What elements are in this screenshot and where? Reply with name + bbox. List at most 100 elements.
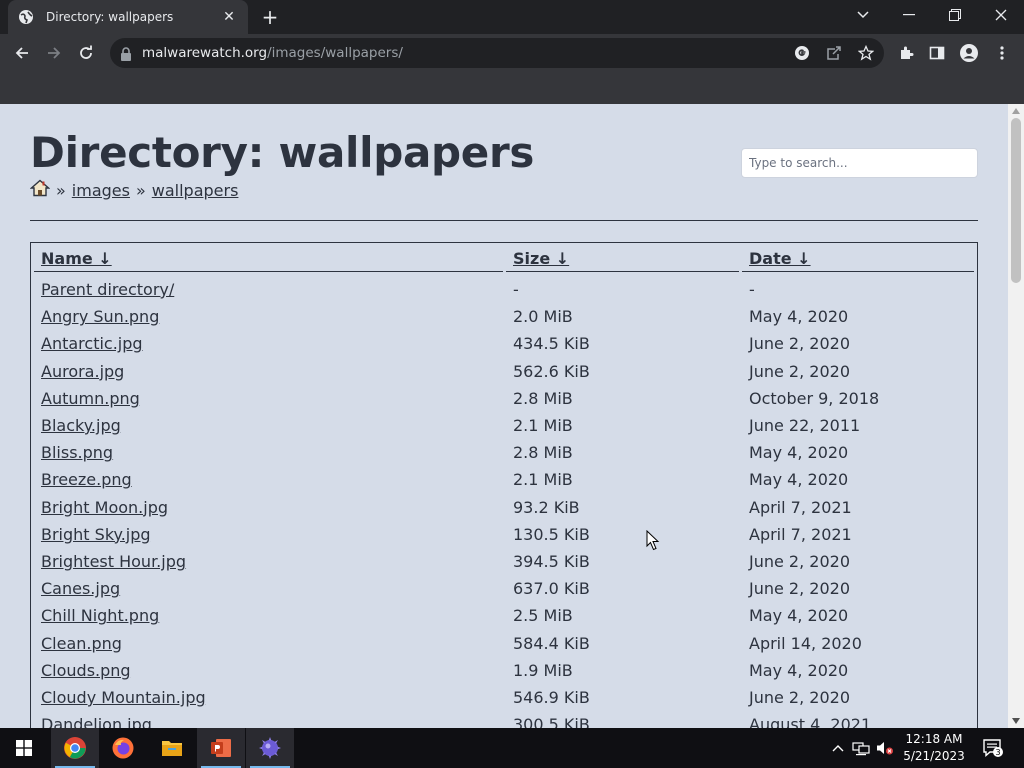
file-name-link[interactable]: Cloudy Mountain.jpg: [41, 688, 206, 707]
powerpoint-taskbar-icon[interactable]: [197, 728, 245, 768]
file-date: April 7, 2021: [749, 524, 852, 544]
file-name-link[interactable]: Aurora.jpg: [41, 362, 124, 381]
minimize-button[interactable]: [886, 0, 932, 30]
column-header-size[interactable]: Size ↓: [513, 249, 569, 271]
table-row: Dandelion.jpg 300.5 KiB August 4, 2021: [31, 715, 977, 728]
clock-date: 5/21/2023: [903, 749, 965, 763]
file-date: May 4, 2020: [749, 470, 849, 490]
menu-kebab-icon[interactable]: [987, 38, 1017, 68]
firefox-taskbar-icon[interactable]: [99, 728, 147, 768]
file-date: May 4, 2020: [749, 606, 849, 626]
restore-button[interactable]: [932, 0, 978, 30]
file-name-link[interactable]: Autumn.png: [41, 389, 140, 408]
file-size: 93.2 KiB: [513, 497, 580, 517]
file-date: April 7, 2021: [749, 497, 852, 517]
scrollbar-thumb[interactable]: [1011, 118, 1021, 283]
column-header-name[interactable]: Name ↓: [41, 249, 112, 271]
scroll-down-arrow-icon[interactable]: [1012, 718, 1020, 724]
breadcrumb-wallpapers[interactable]: wallpapers: [152, 181, 239, 200]
file-size: 130.5 KiB: [513, 524, 590, 544]
file-date: April 14, 2020: [749, 633, 862, 653]
table-row: Aurora.jpg 562.6 KiB June 2, 2020: [31, 362, 977, 389]
chrome-taskbar-icon[interactable]: [51, 728, 99, 768]
table-row: Blacky.jpg 2.1 MiB June 22, 2011: [31, 416, 977, 443]
address-bar[interactable]: malwarewatch.org/images/wallpapers/: [110, 38, 884, 68]
share-icon[interactable]: [824, 43, 844, 63]
file-name-link[interactable]: Parent directory/: [41, 280, 174, 299]
extensions-icon[interactable]: [891, 38, 921, 68]
file-name-link[interactable]: Angry Sun.png: [41, 307, 159, 326]
table-row: Chill Night.png 2.5 MiB May 4, 2020: [31, 606, 977, 633]
file-name-link[interactable]: Antarctic.jpg: [41, 334, 143, 353]
page-viewport: Directory: wallpapers » images » wallpap…: [0, 104, 1008, 728]
file-date: June 2, 2020: [749, 361, 850, 381]
file-listing-table: Name ↓ Size ↓ Date ↓ Parent directory/ - -…: [30, 242, 978, 728]
url-path: /images/wallpapers/: [267, 45, 403, 61]
file-size: 2.0 MiB: [513, 307, 573, 327]
windows-taskbar: 12:18 AM 5/21/2023 3: [0, 728, 1024, 768]
volume-muted-icon[interactable]: [876, 728, 894, 768]
reload-button[interactable]: [71, 38, 101, 68]
breadcrumb: » images » wallpapers: [29, 179, 239, 201]
table-row: Brightest Hour.jpg 394.5 KiB June 2, 2020: [31, 552, 977, 579]
file-name-link[interactable]: Brightest Hour.jpg: [41, 552, 186, 571]
header-underline: [742, 271, 974, 272]
close-tab-icon[interactable]: ✕: [220, 9, 238, 25]
home-icon[interactable]: [29, 179, 51, 201]
file-size: 584.4 KiB: [513, 633, 590, 653]
lock-icon[interactable]: [120, 46, 134, 61]
file-size: 2.5 MiB: [513, 606, 573, 626]
show-hidden-icons-icon[interactable]: [831, 728, 845, 768]
side-panel-icon[interactable]: [922, 38, 952, 68]
system-clock[interactable]: 12:18 AM 5/21/2023: [896, 731, 972, 765]
file-size: -: [513, 280, 519, 299]
vertical-scrollbar[interactable]: [1008, 104, 1024, 728]
tab-search-icon[interactable]: [840, 0, 886, 30]
table-row: Autumn.png 2.8 MiB October 9, 2018: [31, 389, 977, 416]
bookmark-star-icon[interactable]: [856, 43, 876, 63]
file-name-link[interactable]: Clouds.png: [41, 661, 131, 680]
file-date: June 2, 2020: [749, 579, 850, 599]
divider: [30, 220, 978, 221]
file-name-link[interactable]: Dandelion.jpg: [41, 715, 152, 728]
page-title: Directory: wallpapers: [30, 128, 535, 177]
back-button[interactable]: [7, 38, 37, 68]
file-size: 300.5 KiB: [513, 715, 590, 728]
file-size: 2.8 MiB: [513, 388, 573, 408]
file-date: May 4, 2020: [749, 443, 849, 463]
file-name-link[interactable]: Canes.jpg: [41, 579, 120, 598]
profile-avatar-icon[interactable]: [954, 38, 984, 68]
browser-tab[interactable]: Directory: wallpapers ✕: [8, 0, 248, 34]
file-name-link[interactable]: Blacky.jpg: [41, 416, 121, 435]
table-row: Clean.png 584.4 KiB April 14, 2020: [31, 634, 977, 661]
file-name-link[interactable]: Breeze.png: [41, 470, 132, 489]
file-name-link[interactable]: Chill Night.png: [41, 606, 159, 625]
file-name-link[interactable]: Clean.png: [41, 634, 122, 653]
close-window-button[interactable]: [978, 0, 1024, 30]
file-name-link[interactable]: Bliss.png: [41, 443, 113, 462]
search-input[interactable]: [741, 148, 978, 178]
column-header-date[interactable]: Date ↓: [749, 249, 811, 271]
file-name-link[interactable]: Bright Moon.jpg: [41, 498, 168, 517]
globe-icon: [18, 9, 34, 25]
new-tab-button[interactable]: +: [258, 6, 282, 28]
table-row: Bliss.png 2.8 MiB May 4, 2020: [31, 443, 977, 470]
table-row: Breeze.png 2.1 MiB May 4, 2020: [31, 470, 977, 497]
scroll-up-arrow-icon[interactable]: [1012, 108, 1020, 114]
notification-center-icon[interactable]: 3: [982, 728, 1004, 768]
file-date: June 22, 2011: [749, 416, 861, 435]
file-size: 546.9 KiB: [513, 688, 590, 707]
file-date: -: [749, 280, 755, 299]
file-size: 434.5 KiB: [513, 334, 590, 354]
network-icon[interactable]: [852, 728, 870, 768]
google-lens-icon[interactable]: [792, 43, 812, 63]
forward-button[interactable]: [39, 38, 69, 68]
app-taskbar-icon[interactable]: [246, 728, 294, 768]
breadcrumb-images[interactable]: images: [72, 181, 130, 200]
header-underline: [506, 271, 739, 272]
notification-count: 3: [995, 748, 1000, 757]
start-button[interactable]: [0, 728, 48, 768]
url-text: malwarewatch.org/images/wallpapers/: [142, 45, 403, 61]
file-explorer-taskbar-icon[interactable]: [148, 728, 196, 768]
file-name-link[interactable]: Bright Sky.jpg: [41, 525, 151, 544]
